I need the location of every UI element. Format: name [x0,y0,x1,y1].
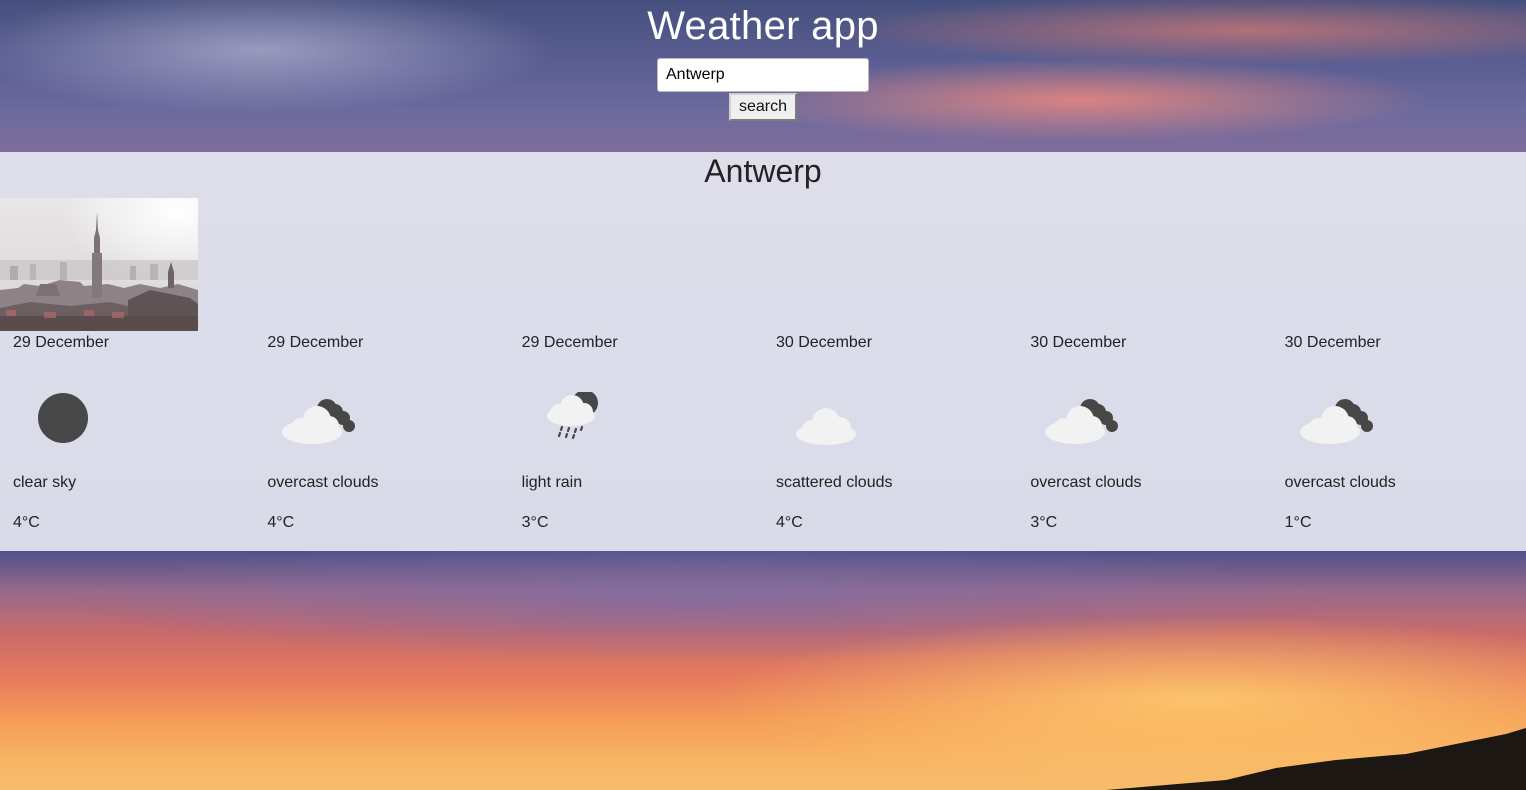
forecast-day: 30 December overcast clouds 1°C [1272,332,1526,534]
forecast-date: 29 December [521,334,618,351]
search-button[interactable]: search [729,93,797,121]
forecast-temperature: 4°C [13,514,40,531]
light-rain-icon [546,392,598,440]
forecast-description: overcast clouds [1284,474,1396,491]
forecast-temperature: 4°C [775,514,803,531]
city-skyline-image [0,198,198,331]
forecast-day: 30 December overcast clouds 3°C [1017,332,1271,534]
weather-results-panel: Antwerp 29 December clear sky 4°C 29 Dec… [0,152,1526,551]
city-name: Antwerp [704,153,822,189]
forecast-date: 29 December [267,334,364,351]
forecast-temperature: 3°C [1030,514,1058,531]
forecast-temperature: 4°C [267,514,295,531]
mountain-silhouette [1106,728,1526,790]
forecast-day: 29 December overcast clouds 4°C [254,332,508,534]
forecast-description: overcast clouds [267,474,379,491]
forecast-day: 29 December light rain 3°C [509,332,763,534]
forecast-date: 30 December [775,334,873,351]
city-photo [0,198,198,331]
forecast-description: overcast clouds [1030,474,1142,491]
forecast-date: 29 December [13,334,110,351]
forecast-date: 30 December [1284,334,1381,351]
clear-sky-icon [38,393,88,443]
overcast-clouds-icon [1299,399,1373,444]
forecast-day: 29 December clear sky 4°C [0,332,254,534]
forecast-day: 30 December scattered clouds 4°C [763,332,1017,534]
forecast-description: light rain [521,474,583,491]
forecast-temperature: 1°C [1284,514,1312,531]
forecast-description: scattered clouds [775,474,893,491]
scattered-clouds-icon [795,408,856,445]
forecast-date: 30 December [1030,334,1127,351]
overcast-clouds-icon [282,399,356,444]
overcast-clouds-icon [1045,399,1119,444]
forecast-list: 29 December clear sky 4°C 29 December ov… [0,332,1526,534]
forecast-description: clear sky [13,474,77,491]
app-title: Weather app [647,4,879,48]
app-header: Weather app search [0,0,1526,152]
search-input[interactable] [657,58,869,92]
forecast-temperature: 3°C [521,514,549,531]
